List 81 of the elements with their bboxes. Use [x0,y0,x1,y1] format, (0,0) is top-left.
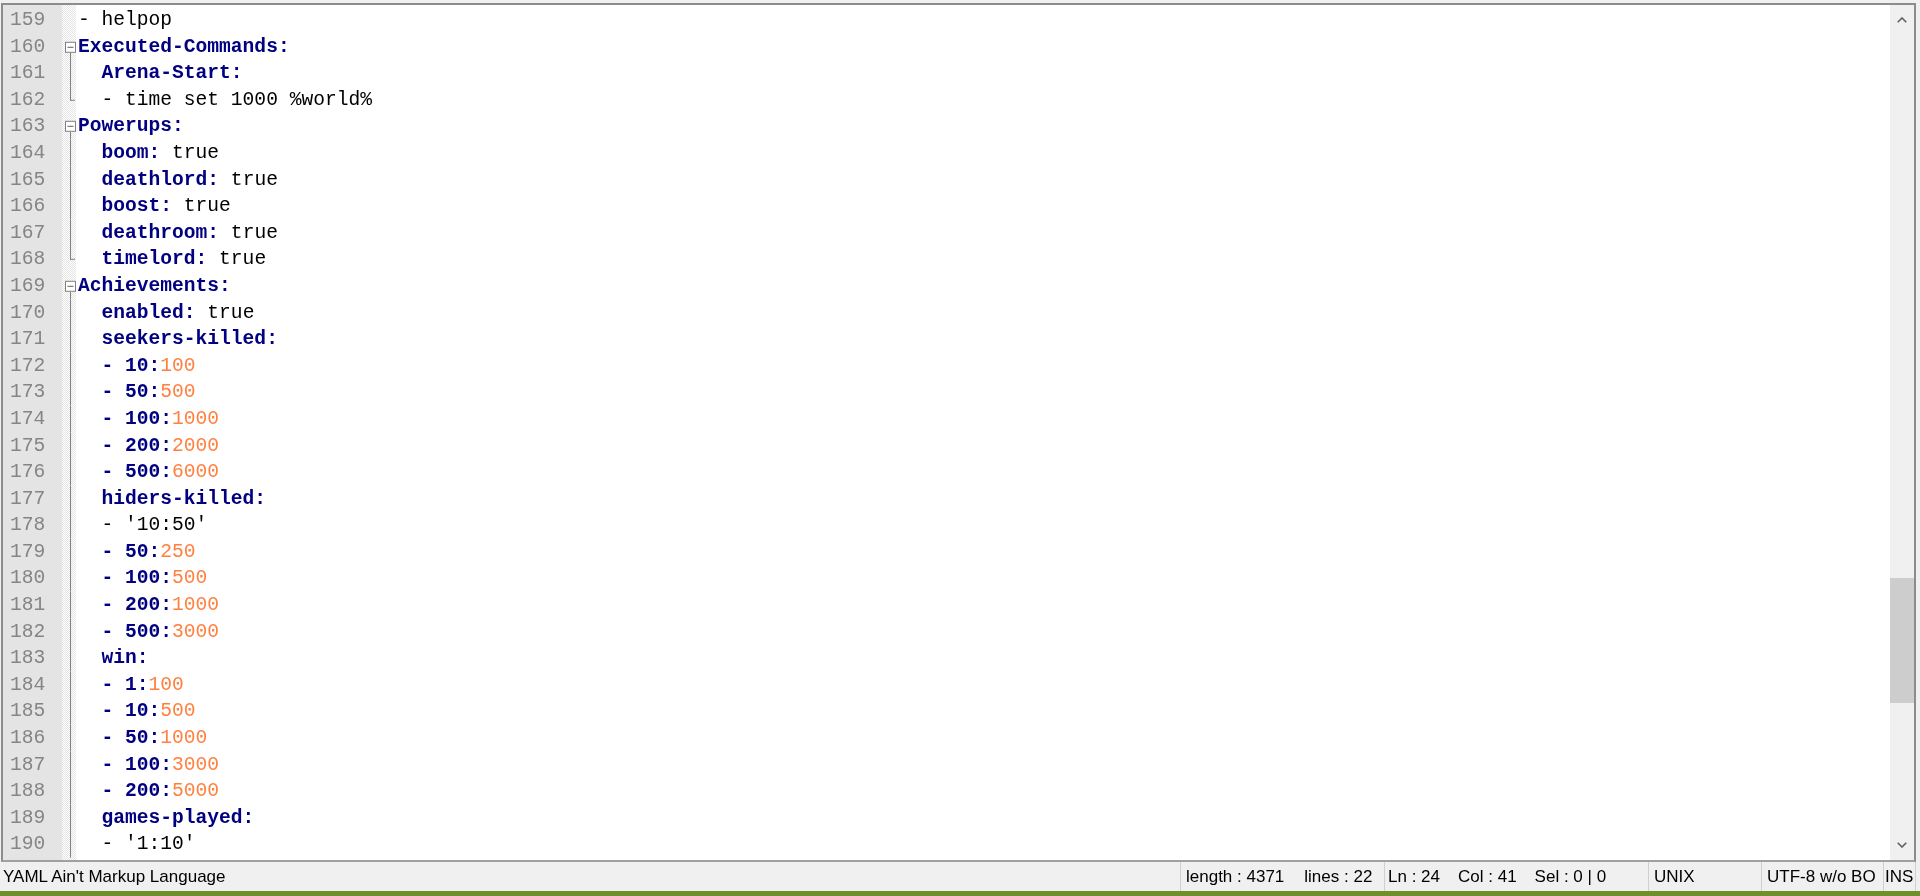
code-line: - time set 1000 %world% [101,87,372,113]
line-number: 184 [10,672,46,698]
code-line: - 10:100 [101,353,196,379]
line-number: 183 [10,646,46,672]
collapse-icon[interactable] [65,41,76,53]
chevron-up-icon [1897,17,1907,23]
code-line: - 200:2000 [101,433,220,459]
status-text: UNIX [1654,866,1695,887]
scroll-down-button[interactable] [1890,830,1914,860]
line-number: 188 [10,779,46,805]
code-line: - 50:500 [101,380,196,406]
line-number: 164 [10,140,46,166]
line-number: 168 [10,247,46,273]
scroll-up-button[interactable] [1890,5,1914,35]
line-number: 172 [10,353,46,379]
status-text: Col : 41 [1458,866,1517,887]
code-line: - 500:3000 [101,619,220,645]
code-line: - 200:1000 [101,593,220,619]
line-number: 161 [10,61,46,87]
line-number: 174 [10,406,46,432]
code-line: win: [101,646,149,672]
code-line: timelord: true [101,247,267,273]
line-number: 177 [10,486,46,512]
line-number: 181 [10,593,46,619]
code-line: - helpop [78,8,173,33]
line-number: 173 [10,380,46,406]
line-number: 160 [10,34,46,60]
code-line: deathroom: true [101,220,278,246]
code-line: hiders-killed: [101,486,267,512]
line-number: 176 [10,460,46,486]
status-text: YAML Ain't Markup Language [3,866,226,887]
code-line: deathlord: true [101,167,278,193]
line-number: 186 [10,726,46,752]
line-number: 185 [10,699,46,725]
collapse-icon[interactable] [65,280,76,292]
line-number: 178 [10,513,46,539]
code-line: - 100:1000 [101,406,220,432]
status-text: INS [1885,866,1914,887]
collapse-icon[interactable] [65,121,76,133]
line-number: 169 [10,273,46,299]
line-number: 180 [10,566,46,592]
line-number: 171 [10,327,46,353]
status-text: UTF-8 w/o BO [1767,866,1876,887]
code-line: - '1:10' [101,832,196,858]
code-line: - 100:3000 [101,752,220,778]
line-number: 179 [10,539,46,565]
line-number: 187 [10,752,46,778]
line-number: 189 [10,805,46,831]
chevron-down-icon [1897,842,1907,848]
code-line: - 100:500 [101,566,208,592]
code-line: - 50:1000 [101,726,208,752]
code-line: boom: true [101,140,220,166]
status-text: lines : 22 [1304,866,1373,887]
code-line: - 500:6000 [101,460,220,486]
line-number: 182 [10,619,46,645]
code-line: Executed-Commands: [78,34,290,60]
line-number: 159 [10,8,46,33]
line-number: 170 [10,300,46,326]
status-text: Ln : 24 [1388,866,1440,887]
code-line: - 200:5000 [101,779,220,805]
status-text: length : 4371 [1186,866,1285,887]
code-line: enabled: true [101,300,255,326]
code-line: Achievements: [78,273,231,299]
line-number: 163 [10,114,46,140]
line-number: 175 [10,433,46,459]
code-line: seekers-killed: [101,327,278,353]
line-number: 190 [10,832,46,858]
code-line: Powerups: [78,114,184,140]
line-number: 166 [10,194,46,220]
line-number: 165 [10,167,46,193]
status-text: Sel : 0 | 0 [1534,866,1607,887]
code-line: - 50:250 [101,539,196,565]
code-line: - 10:500 [101,699,196,725]
line-number: 162 [10,87,46,113]
code-line: - '10:50' [101,513,208,539]
line-number: 167 [10,220,46,246]
code-line: games-played: [101,805,255,831]
code-line: Arena-Start: [101,61,243,87]
code-line: boost: true [101,194,231,220]
code-line: - 1:100 [101,672,184,698]
scrollbar-thumb[interactable] [1890,578,1914,703]
